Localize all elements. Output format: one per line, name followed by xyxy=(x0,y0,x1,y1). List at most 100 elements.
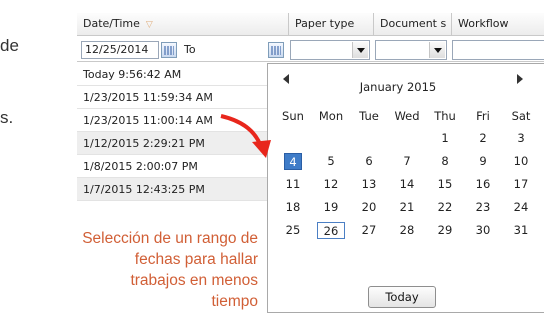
calendar-day[interactable]: 3 xyxy=(502,127,540,150)
calendar-day-number: 30 xyxy=(475,223,491,237)
calendar-day-number: 10 xyxy=(513,154,529,168)
calendar-day[interactable]: 30 xyxy=(464,219,502,242)
background-text-s: s. xyxy=(0,108,14,127)
calendar-day-number: 24 xyxy=(513,200,529,214)
calendar-week: 18 19 20 21 22 23 24 xyxy=(274,196,540,219)
column-header-label: Workflow xyxy=(458,17,509,30)
filter-icon[interactable]: ▽ xyxy=(146,20,153,30)
calendar-empty xyxy=(312,127,350,150)
calendar-day[interactable]: 5 xyxy=(312,150,350,173)
background-text-de: de xyxy=(0,36,19,55)
calendar-day[interactable]: 13 xyxy=(350,173,388,196)
next-month-icon[interactable] xyxy=(512,72,526,86)
calendar-day[interactable]: 7 xyxy=(388,150,426,173)
grid-rows: Today 9:56:42 AM 1/23/2015 11:59:34 AM 1… xyxy=(77,63,267,201)
calendar-day[interactable]: 25 xyxy=(274,219,312,242)
calendar-day-number: 14 xyxy=(399,177,415,191)
calendar-day-number: 22 xyxy=(437,200,453,214)
calendar-day[interactable]: 18 xyxy=(274,196,312,219)
calendar-day-number: 1 xyxy=(441,131,449,145)
calendar-day[interactable]: 20 xyxy=(350,196,388,219)
column-header-workflow[interactable]: Workflow xyxy=(452,13,544,36)
dropdown-arrow-icon[interactable] xyxy=(429,42,445,58)
date-from-field[interactable]: 12/25/2014 xyxy=(81,41,159,59)
calendar-day-number: 11 xyxy=(285,177,301,191)
table-row[interactable]: 1/12/2015 2:29:21 PM xyxy=(77,132,267,155)
calendar-icon[interactable] xyxy=(268,42,284,58)
calendar-day-number: 8 xyxy=(441,154,449,168)
calendar-empty xyxy=(350,127,388,150)
calendar-day-number: 19 xyxy=(323,200,339,214)
calendar-day-number: 27 xyxy=(361,223,377,237)
calendar-day-number: 13 xyxy=(361,177,377,191)
table-row[interactable]: 1/23/2015 11:59:34 AM xyxy=(77,86,267,109)
calendar-day[interactable]: 2 xyxy=(464,127,502,150)
calendar-day-number: 15 xyxy=(437,177,453,191)
calendar-day-number: 2 xyxy=(479,131,487,145)
calendar-day[interactable]: 4 xyxy=(274,150,312,173)
calendar-day-number: 3 xyxy=(517,131,525,145)
calendar-day-number: 4 xyxy=(284,153,302,170)
grid-header: Date/Time ▽ Paper type Document s Workflo… xyxy=(77,13,544,36)
calendar-week: 1 2 3 xyxy=(274,127,540,150)
calendar-day[interactable]: 1 xyxy=(426,127,464,150)
calendar-day[interactable]: 31 xyxy=(502,219,540,242)
calendar-day[interactable]: 16 xyxy=(464,173,502,196)
calendar-day[interactable]: 15 xyxy=(426,173,464,196)
column-header-document[interactable]: Document s xyxy=(374,13,452,36)
calendar-day[interactable]: 6 xyxy=(350,150,388,173)
calendar-day-number: 21 xyxy=(399,200,415,214)
calendar-grid: Sun Mon Tue Wed Thu Fri Sat 1 2 3 4 5 6 7 8 9 10 11 12 13 1… xyxy=(274,104,540,242)
column-header-paper-type[interactable]: Paper type xyxy=(289,13,374,36)
calendar-day[interactable]: 14 xyxy=(388,173,426,196)
table-row[interactable]: 1/7/2015 12:43:25 PM xyxy=(77,178,267,201)
calendar-day[interactable]: 29 xyxy=(426,219,464,242)
calendar-day[interactable]: 8 xyxy=(426,150,464,173)
calendar-day-number: 25 xyxy=(285,223,301,237)
calendar-day-number: 6 xyxy=(365,154,373,168)
calendar-day[interactable]: 26 xyxy=(312,219,350,242)
calendar-day[interactable]: 22 xyxy=(426,196,464,219)
weekday-label: Sat xyxy=(511,108,531,123)
dropdown-arrow-icon[interactable] xyxy=(352,42,368,58)
calendar-day[interactable]: 23 xyxy=(464,196,502,219)
calendar-day[interactable]: 27 xyxy=(350,219,388,242)
calendar-icon[interactable] xyxy=(161,42,177,58)
workflow-filter[interactable] xyxy=(452,40,544,60)
table-row[interactable]: Today 9:56:42 AM xyxy=(77,63,267,86)
calendar-day[interactable]: 10 xyxy=(502,150,540,173)
filter-row: 12/25/2014 To xyxy=(77,37,544,62)
weekday-label: Wed xyxy=(394,108,420,123)
column-header-date-time[interactable]: Date/Time ▽ xyxy=(77,13,289,36)
weekday-label: Thu xyxy=(434,108,456,123)
calendar-day[interactable]: 9 xyxy=(464,150,502,173)
calendar-day-number: 28 xyxy=(399,223,415,237)
to-label: To xyxy=(184,43,196,56)
calendar-day-number: 7 xyxy=(403,154,411,168)
table-row[interactable]: 1/23/2015 11:00:14 AM xyxy=(77,109,267,132)
calendar-day-number xyxy=(360,129,378,146)
column-header-label: Paper type xyxy=(295,17,355,30)
calendar-day[interactable]: 17 xyxy=(502,173,540,196)
calendar-week: 4 5 6 7 8 9 10 xyxy=(274,150,540,173)
calendar-day-number: 9 xyxy=(479,154,487,168)
document-filter[interactable] xyxy=(375,40,447,60)
calendar-week: 25 26 27 28 29 30 31 xyxy=(274,219,540,242)
calendar-empty xyxy=(274,127,312,150)
calendar-day[interactable]: 12 xyxy=(312,173,350,196)
calendar-day[interactable]: 28 xyxy=(388,219,426,242)
calendar-day[interactable]: 24 xyxy=(502,196,540,219)
calendar-day-number: 31 xyxy=(513,223,529,237)
today-button[interactable]: Today xyxy=(368,286,436,308)
calendar-day-number: 26 xyxy=(317,222,345,239)
table-row[interactable]: 1/8/2015 2:00:07 PM xyxy=(77,155,267,178)
calendar-day-number: 16 xyxy=(475,177,491,191)
weekday-label: Sun xyxy=(282,108,304,123)
weekday-label: Fri xyxy=(476,108,490,123)
calendar-popup: January 2015 Sun Mon Tue Wed Thu Fri Sat 12345… xyxy=(267,63,544,313)
calendar-day[interactable]: 19 xyxy=(312,196,350,219)
calendar-day[interactable]: 21 xyxy=(388,196,426,219)
calendar-day[interactable]: 11 xyxy=(274,173,312,196)
paper-type-filter[interactable] xyxy=(290,40,370,60)
calendar-day-number: 23 xyxy=(475,200,491,214)
